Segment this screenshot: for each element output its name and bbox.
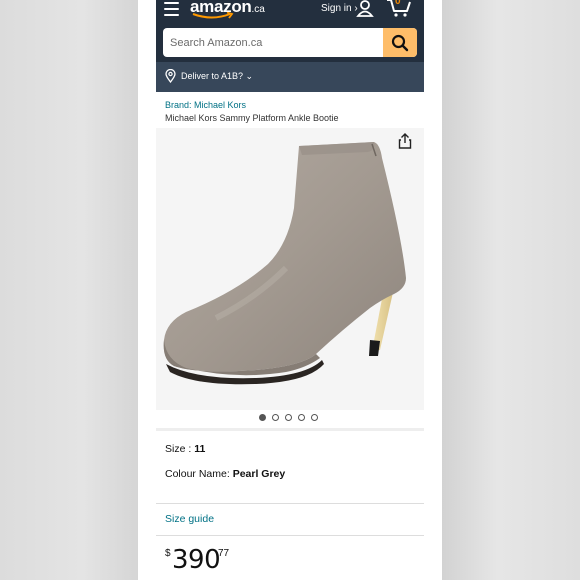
menu-icon[interactable]: [164, 2, 179, 16]
price-currency: $: [165, 548, 171, 559]
colour-selection[interactable]: Colour Name: Pearl Grey: [165, 468, 285, 480]
price-fraction: 77: [218, 548, 230, 559]
search-icon: [391, 34, 409, 51]
brand-link[interactable]: Brand: Michael Kors: [165, 100, 246, 110]
amazon-logo[interactable]: amazon.ca: [190, 0, 270, 19]
carousel-dot-4[interactable]: [298, 414, 305, 421]
size-label: Size :: [165, 443, 195, 455]
carousel-dot-5[interactable]: [311, 414, 318, 421]
search-input[interactable]: [163, 28, 383, 57]
location-pin-icon: [165, 69, 176, 83]
divider: [156, 503, 424, 504]
size-selection[interactable]: Size : 11: [165, 443, 205, 455]
ankle-boot-image: [163, 142, 406, 385]
background-right: [442, 0, 580, 580]
product-image[interactable]: [156, 128, 424, 410]
background-left: [0, 0, 138, 580]
deliver-to-bar[interactable]: Deliver to A1B? ⌄: [156, 62, 424, 92]
carousel-dot-1[interactable]: [259, 414, 266, 421]
divider: [156, 535, 424, 536]
phone-screen: amazon.ca Sign in › 0 Search Amazon.ca D…: [138, 0, 442, 580]
colour-value: Pearl Grey: [232, 468, 286, 480]
price-whole: 390: [172, 545, 221, 575]
logo-tld: .ca: [251, 4, 265, 15]
size-value: 11: [194, 443, 206, 455]
signin-link[interactable]: Sign in ›: [321, 3, 358, 14]
deliver-location-text: Deliver to A1B? ⌄: [181, 71, 254, 81]
logo-smile-icon: [192, 12, 234, 19]
product-title: Michael Kors Sammy Platform Ankle Bootie: [165, 113, 339, 123]
carousel-dot-3[interactable]: [285, 414, 292, 421]
search-bar: [163, 28, 417, 57]
search-button[interactable]: [383, 28, 417, 57]
cart-count: 0: [395, 0, 401, 7]
section-divider: [156, 428, 424, 431]
share-icon[interactable]: [398, 133, 412, 149]
size-guide-link[interactable]: Size guide: [165, 513, 214, 525]
top-nav-bar: amazon.ca Sign in › 0 Search Amazon.ca D…: [156, 0, 424, 92]
colour-label: Colour Name:: [165, 468, 233, 480]
carousel-dot-2[interactable]: [272, 414, 279, 421]
user-icon[interactable]: [356, 0, 374, 17]
